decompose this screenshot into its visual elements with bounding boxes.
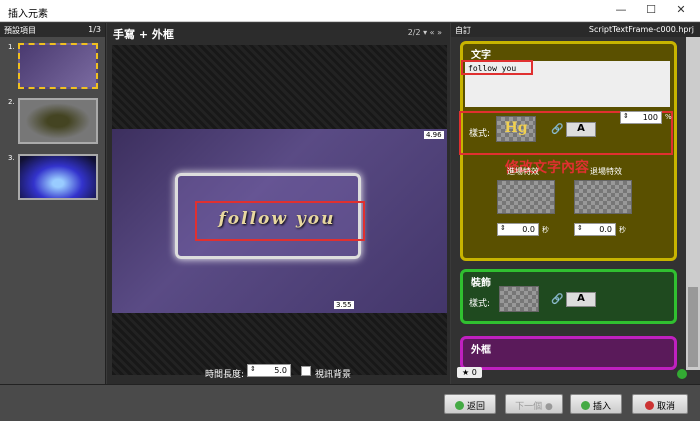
preview-scene: follow you 4.96 3.55	[112, 129, 447, 313]
preset-number: 3.	[8, 154, 15, 162]
title-bar: 插入元素 — ☐ ✕	[0, 0, 700, 22]
deco-style-label: 樣式:	[469, 299, 491, 309]
preview-footer: 時間長度: ⇕ 5.0 視訊背景	[107, 363, 450, 383]
percent-stepper[interactable]: ⇕ 100	[620, 111, 662, 124]
video-bg-checkbox[interactable]	[301, 366, 311, 376]
bottom-bar: 返回 下一個 ● 插入 取消	[0, 384, 700, 421]
minimize-button[interactable]: —	[610, 3, 632, 19]
preset-number: 2.	[8, 98, 15, 106]
next-button[interactable]: 下一個 ●	[505, 394, 563, 414]
preview-title: 手寫 + 外框	[113, 28, 174, 41]
maximize-button[interactable]: ☐	[640, 3, 662, 19]
back-button[interactable]: 返回	[444, 394, 496, 414]
out-duration-stepper[interactable]: ⇕ 0.0	[574, 223, 616, 236]
video-bg-label: 視訊背景	[315, 370, 352, 380]
frame-panel: 外框	[460, 336, 677, 370]
preset-thumb-1[interactable]	[18, 43, 98, 89]
in-duration-stepper[interactable]: ⇕ 0.0	[497, 223, 539, 236]
text-panel: 文字 follow you 樣式: Hg 🔗 A ⇕ 100 % 修改文字內容 進…	[459, 41, 677, 261]
decoration-panel-title: 裝飾	[471, 278, 491, 289]
link-icon[interactable]: 🔗	[551, 124, 563, 135]
preset-title: 預設項目	[4, 26, 36, 35]
preset-header: 預設項目 1/3	[0, 23, 105, 37]
in-unit: 秒	[542, 226, 549, 234]
preset-panel: 預設項目 1/3 1. 2. 3.	[0, 23, 106, 384]
percent-unit: %	[665, 113, 672, 121]
window-title: 插入元素	[8, 9, 48, 20]
close-button[interactable]: ✕	[670, 3, 692, 19]
add-icon[interactable]	[677, 369, 687, 379]
duration-label: 時間長度:	[205, 370, 245, 380]
page-nav[interactable]: 2/2 ▾ « »	[408, 28, 442, 37]
duration-stepper[interactable]: ⇕ 5.0	[247, 364, 291, 377]
back-icon	[454, 401, 464, 410]
size-tag: 3.55	[334, 301, 354, 309]
in-effect-label: 進場特效	[507, 167, 539, 176]
out-effect-picker[interactable]	[574, 180, 632, 214]
file-name: ScriptTextFrame-c000.hprj	[588, 25, 694, 34]
decoration-panel: 裝飾 樣式: 🔗 A	[460, 269, 677, 324]
preset-thumb-3[interactable]	[18, 154, 98, 200]
color-dropdown[interactable]: A	[566, 122, 596, 137]
favorites-badge[interactable]: ★ 0	[457, 367, 482, 378]
style-label: 樣式:	[469, 129, 491, 139]
insert-button[interactable]: 插入	[570, 394, 622, 414]
preset-count: 1/3	[88, 25, 101, 34]
preset-thumb-2[interactable]	[18, 98, 98, 144]
custom-panel: 自訂 ScriptTextFrame-c000.hprj 文字 follow y…	[451, 23, 700, 384]
preset-number: 1.	[8, 43, 15, 51]
out-effect-label: 退場特效	[590, 167, 622, 176]
link-icon[interactable]: 🔗	[551, 294, 563, 305]
custom-scrollbar[interactable]	[686, 37, 700, 370]
preview-panel: 手寫 + 外框 2/2 ▾ « » follow you 4.96 3.55 時…	[107, 23, 450, 384]
next-icon: ●	[545, 402, 553, 412]
text-highlight-box	[195, 201, 365, 241]
insert-icon	[580, 401, 590, 410]
custom-title: 自訂	[455, 26, 471, 35]
input-highlight	[461, 60, 533, 75]
size-tag: 4.96	[424, 131, 444, 139]
scroll-thumb[interactable]	[688, 287, 698, 367]
deco-color-dropdown[interactable]: A	[566, 292, 596, 307]
in-effect-picker[interactable]	[497, 180, 555, 214]
preview-canvas: follow you 4.96 3.55	[112, 45, 447, 375]
preview-header: 手寫 + 外框 2/2 ▾ « »	[107, 23, 450, 43]
cancel-button[interactable]: 取消	[632, 394, 688, 414]
cancel-icon	[644, 401, 654, 410]
out-unit: 秒	[619, 226, 626, 234]
text-style-picker[interactable]: Hg	[496, 116, 536, 142]
frame-panel-title: 外框	[471, 345, 491, 356]
custom-header: 自訂 ScriptTextFrame-c000.hprj	[451, 23, 700, 37]
deco-style-picker[interactable]	[499, 286, 539, 312]
